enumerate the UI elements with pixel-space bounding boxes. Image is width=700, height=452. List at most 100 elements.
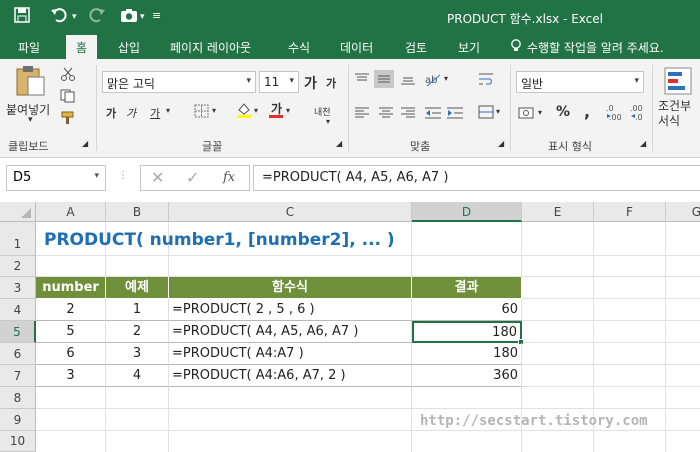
clipboard-launcher-icon[interactable]: ◢ xyxy=(82,139,88,148)
select-all-button[interactable] xyxy=(0,202,36,222)
cell-c5[interactable]: =PRODUCT( A4, A5, A6, A7 ) xyxy=(169,321,412,343)
accounting-dropdown-icon[interactable]: ▾ xyxy=(538,108,542,117)
tab-view[interactable]: 보기 xyxy=(458,39,480,56)
increase-decimal-icon[interactable]: .0.00 xyxy=(606,103,622,122)
tab-home[interactable]: 홈 xyxy=(66,35,98,59)
cut-icon[interactable] xyxy=(60,67,76,81)
cell-b6[interactable]: 3 xyxy=(106,343,169,365)
phonetic-dropdown-icon[interactable]: ▾ xyxy=(326,117,330,126)
row-header-6[interactable]: 6 xyxy=(0,343,36,365)
tell-me-box[interactable]: 수행할 작업을 알려 주세요. xyxy=(527,39,664,56)
row-header-4[interactable]: 4 xyxy=(0,299,36,321)
row-header-8[interactable]: 8 xyxy=(0,387,36,409)
align-center-icon[interactable] xyxy=(378,106,394,120)
grow-font-button[interactable]: 가 xyxy=(304,73,317,93)
insert-function-icon[interactable]: fx xyxy=(223,170,235,185)
undo-dropdown-icon[interactable]: ▾ xyxy=(72,12,77,22)
camera-dropdown-icon[interactable]: ▾ xyxy=(140,12,145,22)
bold-button[interactable]: 가 xyxy=(106,105,116,121)
col-header-e[interactable]: E xyxy=(522,202,594,222)
cell-d7[interactable]: 360 xyxy=(412,365,522,387)
cell-a4[interactable]: 2 xyxy=(36,299,106,321)
italic-button[interactable]: 가 xyxy=(126,105,136,121)
tab-page-layout[interactable]: 페이지 레이아웃 xyxy=(170,39,251,56)
wrap-text-icon[interactable] xyxy=(478,71,494,85)
cell-a6[interactable]: 6 xyxy=(36,343,106,365)
comma-button[interactable]: , xyxy=(584,102,590,121)
number-format-select[interactable]: 일반 ▾ xyxy=(516,71,644,93)
orientation-icon[interactable]: ab xyxy=(424,71,441,87)
customize-icon[interactable]: ≡ xyxy=(152,9,161,22)
cell-b4[interactable]: 1 xyxy=(106,299,169,321)
underline-dropdown-icon[interactable]: ▾ xyxy=(166,106,170,115)
font-name-select[interactable]: 맑은 고딕 ▾ xyxy=(102,71,256,93)
decrease-decimal-icon[interactable]: .00.0 xyxy=(630,103,646,122)
cell-d4[interactable]: 60 xyxy=(412,299,522,321)
decrease-indent-icon[interactable] xyxy=(424,106,441,120)
tab-insert[interactable]: 삽입 xyxy=(118,39,140,56)
cell-a5[interactable]: 5 xyxy=(36,321,106,343)
row-header-7[interactable]: 7 xyxy=(0,365,36,387)
orientation-dropdown-icon[interactable]: ▾ xyxy=(444,74,448,83)
fill-color-dropdown-icon[interactable]: ▾ xyxy=(254,106,258,115)
paste-dropdown-icon[interactable]: ▾ xyxy=(28,115,33,125)
row-header-1[interactable]: 1 xyxy=(0,222,36,256)
borders-icon[interactable] xyxy=(194,104,210,118)
align-bottom-icon[interactable] xyxy=(400,72,416,86)
align-left-icon[interactable] xyxy=(354,106,370,120)
col-header-d[interactable]: D xyxy=(412,202,522,222)
fill-color-icon[interactable] xyxy=(236,102,252,118)
cell-c7[interactable]: =PRODUCT( A4:A6, A7, 2 ) xyxy=(169,365,412,387)
row-header-10[interactable]: 10 xyxy=(0,431,36,452)
cell-d6[interactable]: 180 xyxy=(412,343,522,365)
camera-icon[interactable] xyxy=(120,7,138,27)
percent-button[interactable]: % xyxy=(556,104,570,120)
borders-dropdown-icon[interactable]: ▾ xyxy=(212,106,216,115)
chevron-down-icon[interactable]: ▾ xyxy=(94,171,99,181)
increase-indent-icon[interactable] xyxy=(446,106,463,120)
tab-data[interactable]: 데이터 xyxy=(340,39,373,56)
splitter-icon[interactable]: ⋮ xyxy=(118,170,128,181)
cell-a7[interactable]: 3 xyxy=(36,365,106,387)
paste-icon[interactable] xyxy=(14,65,50,97)
undo-icon[interactable] xyxy=(50,7,68,27)
conditional-formatting-icon[interactable] xyxy=(664,67,692,95)
align-right-icon[interactable] xyxy=(400,106,416,120)
cell-c6[interactable]: =PRODUCT( A4:A7 ) xyxy=(169,343,412,365)
font-launcher-icon[interactable]: ◢ xyxy=(336,139,342,148)
col-header-b[interactable]: B xyxy=(106,202,169,222)
font-color-dropdown-icon[interactable]: ▾ xyxy=(286,106,290,115)
align-middle-icon[interactable] xyxy=(374,70,394,88)
col-header-c[interactable]: C xyxy=(169,202,412,222)
header-number[interactable]: number xyxy=(36,277,106,299)
copy-icon[interactable] xyxy=(60,89,76,103)
row-header-3[interactable]: 3 xyxy=(0,277,36,299)
save-icon[interactable] xyxy=(14,7,30,27)
col-header-a[interactable]: A xyxy=(36,202,106,222)
col-header-f[interactable]: F xyxy=(594,202,666,222)
cell-b5[interactable]: 2 xyxy=(106,321,169,343)
merge-dropdown-icon[interactable]: ▾ xyxy=(496,107,500,116)
format-painter-icon[interactable] xyxy=(60,111,76,125)
header-result[interactable]: 결과 xyxy=(412,277,522,299)
tab-review[interactable]: 검토 xyxy=(405,39,427,56)
row-header-2[interactable]: 2 xyxy=(0,256,36,277)
row-header-9[interactable]: 9 xyxy=(0,409,36,431)
col-header-g[interactable]: G xyxy=(666,202,700,222)
enter-icon[interactable]: ✓ xyxy=(186,168,199,187)
font-size-select[interactable]: 11 ▾ xyxy=(259,71,299,93)
header-example[interactable]: 예제 xyxy=(106,277,169,299)
accounting-format-icon[interactable] xyxy=(518,105,534,119)
name-box[interactable]: D5 ▾ xyxy=(6,165,106,191)
header-formula[interactable]: 함수식 xyxy=(169,277,412,299)
conditional-formatting-label[interactable]: 조건부 서식 xyxy=(658,99,700,129)
tab-formulas[interactable]: 수식 xyxy=(288,39,310,56)
align-top-icon[interactable] xyxy=(354,72,370,86)
sheet-title[interactable]: PRODUCT( number1, [number2], ... ) xyxy=(44,230,395,250)
alignment-launcher-icon[interactable]: ◢ xyxy=(498,139,504,148)
shrink-font-button[interactable]: 가 xyxy=(326,75,336,91)
number-launcher-icon[interactable]: ◢ xyxy=(640,139,646,148)
underline-button[interactable]: 가 xyxy=(150,105,160,121)
cell-c4[interactable]: =PRODUCT( 2 , 5 , 6 ) xyxy=(169,299,412,321)
font-color-icon[interactable]: 가 xyxy=(268,101,284,118)
